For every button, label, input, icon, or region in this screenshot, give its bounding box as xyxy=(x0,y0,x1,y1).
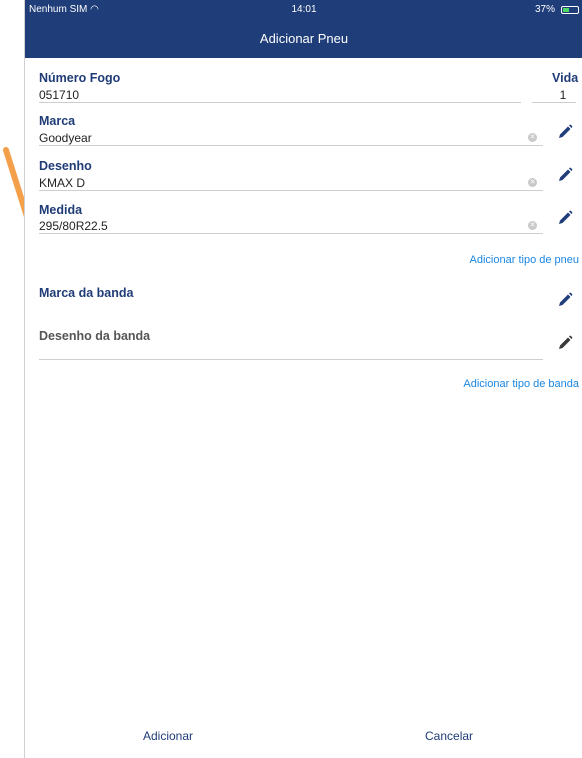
add-button[interactable]: Adicionar xyxy=(143,729,193,743)
medida-underline xyxy=(39,233,543,234)
numero-fogo-label: Número Fogo xyxy=(39,71,121,85)
vida-underline xyxy=(532,102,576,103)
status-bar: Nenhum SIM ◠ 14:01 37% xyxy=(25,0,582,20)
battery-percent: 37% xyxy=(534,4,555,15)
desenho-underline xyxy=(39,190,543,191)
marca-field[interactable]: Goodyear xyxy=(39,131,92,145)
cancel-button[interactable]: Cancelar xyxy=(425,729,473,743)
medida-label: Medida xyxy=(39,203,83,217)
vida-field[interactable]: 1 xyxy=(556,88,570,102)
page-title: Adicionar Pneu xyxy=(259,31,349,46)
clear-icon[interactable]: ✕ xyxy=(528,133,537,142)
pencil-icon[interactable] xyxy=(557,335,573,351)
numero-fogo-underline xyxy=(39,102,521,103)
navigation-bar: Adicionar Pneu xyxy=(25,20,582,58)
medida-field[interactable]: 295/80R22.5 xyxy=(39,219,108,233)
battery-icon xyxy=(561,6,579,14)
pencil-icon[interactable] xyxy=(557,167,573,183)
marca-underline xyxy=(39,145,543,146)
pencil-icon[interactable] xyxy=(557,210,573,226)
desenho-banda-label: Desenho da banda xyxy=(39,329,151,343)
marca-label: Marca xyxy=(39,114,76,128)
vida-label: Vida xyxy=(552,71,579,85)
desenho-field[interactable]: KMAX D xyxy=(39,176,85,190)
desenho-banda-underline xyxy=(39,359,543,360)
pencil-icon[interactable] xyxy=(557,124,573,140)
device-screen: Nenhum SIM ◠ 14:01 37% Adicionar Pneu Nú… xyxy=(24,0,582,758)
clear-icon[interactable]: ✕ xyxy=(528,221,537,230)
add-tread-type-link[interactable]: Adicionar tipo de banda xyxy=(463,378,579,390)
marca-banda-label: Marca da banda xyxy=(39,286,134,300)
add-tire-type-link[interactable]: Adicionar tipo de pneu xyxy=(470,254,579,266)
numero-fogo-field[interactable]: 051710 xyxy=(39,88,79,102)
desenho-label: Desenho xyxy=(39,159,92,173)
clock: 14:01 xyxy=(291,4,317,15)
clear-icon[interactable]: ✕ xyxy=(528,178,537,187)
pencil-icon[interactable] xyxy=(557,292,573,308)
